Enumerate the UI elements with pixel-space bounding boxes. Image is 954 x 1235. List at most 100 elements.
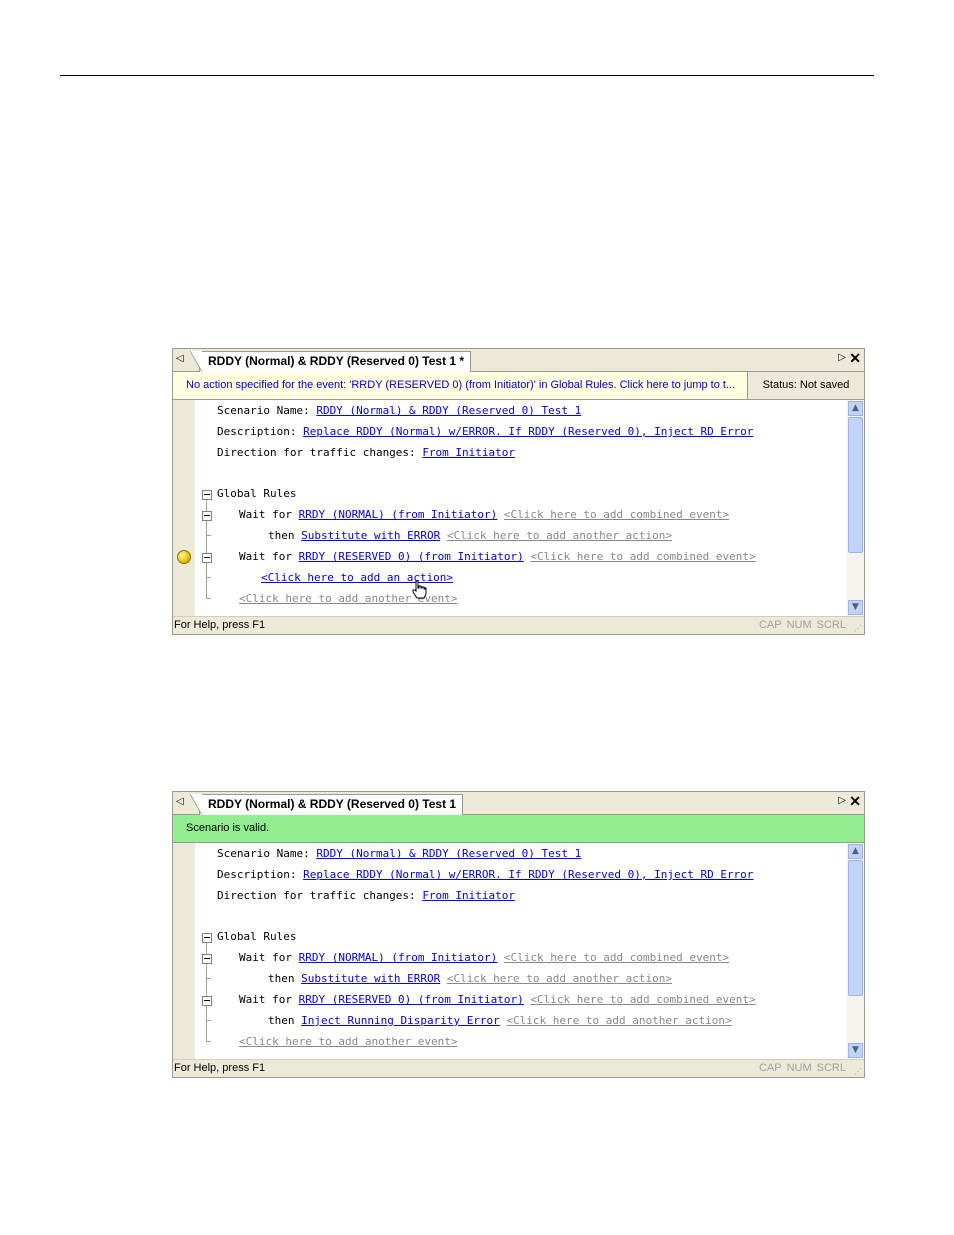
scroll-up-icon[interactable]: ▲ — [848, 844, 863, 859]
cap-indicator: CAP — [758, 1062, 782, 1074]
event-1-link[interactable]: RRDY (NORMAL) (from Initiator) — [299, 951, 498, 964]
wait-for-label: Wait for — [239, 951, 299, 964]
scroll-down-icon[interactable]: ▼ — [848, 600, 863, 615]
add-another-action-1-link[interactable]: <Click here to add another action> — [447, 529, 672, 542]
scrl-indicator: SCRL — [816, 1062, 846, 1074]
direction-link[interactable]: From Initiator — [422, 889, 515, 902]
wait-for-label: Wait for — [239, 508, 299, 521]
tree-connector — [206, 1020, 211, 1021]
direction-row: Direction for traffic changes: From Init… — [217, 446, 515, 459]
scrl-indicator: SCRL — [816, 619, 846, 631]
add-combined-event-1-link[interactable]: <Click here to add combined event> — [504, 951, 729, 964]
key-indicators: CAP NUM SCRL — [754, 619, 846, 631]
scroll-down-icon[interactable]: ▼ — [848, 1043, 863, 1058]
event-row-1: Wait for RRDY (NORMAL) (from Initiator) … — [239, 951, 729, 964]
description-link[interactable]: Replace RDDY (Normal) w/ERROR. If RDDY (… — [303, 868, 753, 881]
tree-connector — [206, 577, 211, 578]
cap-indicator: CAP — [758, 619, 782, 631]
num-indicator: NUM — [786, 619, 812, 631]
action-row-1: then Substitute with ERROR <Click here t… — [268, 529, 672, 542]
scroll-thumb[interactable] — [848, 860, 863, 996]
scenario-name-row: Scenario Name: RDDY (Normal) & RDDY (Res… — [217, 404, 581, 417]
validation-message: Scenario is valid. — [186, 822, 270, 834]
tab-scroll-left-icon[interactable]: ◁ — [176, 353, 184, 364]
direction-label: Direction for traffic changes: — [217, 446, 423, 459]
action-row-1: then Substitute with ERROR <Click here t… — [268, 972, 672, 985]
tree-connector — [206, 1041, 211, 1042]
direction-link[interactable]: From Initiator — [422, 446, 515, 459]
then-label: then — [268, 529, 302, 542]
resize-grip-icon[interactable]: ⋰ — [854, 624, 862, 633]
collapse-event-2-icon[interactable] — [202, 553, 212, 563]
tab-scenario[interactable]: RDDY (Normal) & RDDY (Reserved 0) Test 1 — [189, 794, 464, 815]
scenario-name-row: Scenario Name: RDDY (Normal) & RDDY (Res… — [217, 847, 581, 860]
scenario-name-label: Scenario Name: — [217, 404, 317, 417]
direction-label: Direction for traffic changes: — [217, 889, 423, 902]
add-event-row: <Click here to add another event> — [239, 1035, 458, 1048]
tab-scroll-left-icon[interactable]: ◁ — [176, 796, 184, 807]
scenario-name-link[interactable]: RDDY (Normal) & RDDY (Reserved 0) Test 1 — [316, 404, 581, 417]
scroll-up-icon[interactable]: ▲ — [848, 401, 863, 416]
collapse-event-1-icon[interactable] — [202, 511, 212, 521]
scenario-editor: Scenario Name: RDDY (Normal) & RDDY (Res… — [173, 843, 864, 1059]
scenario-editor-window-valid: ◁ RDDY (Normal) & RDDY (Reserved 0) Test… — [172, 791, 865, 1078]
action-2-link[interactable]: Inject Running Disparity Error — [301, 1014, 500, 1027]
event-row-2: Wait for RRDY (RESERVED 0) (from Initiat… — [239, 993, 756, 1006]
event-2-link[interactable]: RRDY (RESERVED 0) (from Initiator) — [299, 550, 524, 563]
collapse-global-rules-icon[interactable] — [202, 933, 212, 943]
event-row-2: Wait for RRDY (RESERVED 0) (from Initiat… — [239, 550, 756, 563]
description-label: Description: — [217, 425, 304, 438]
action-1-link[interactable]: Substitute with ERROR — [301, 529, 440, 542]
hand-cursor-icon — [412, 580, 427, 599]
tree-connector — [206, 598, 211, 599]
app-status-bar: For Help, press F1 CAP NUM SCRL ⋰ — [173, 1059, 864, 1077]
app-status-bar: For Help, press F1 CAP NUM SCRL ⋰ — [173, 616, 864, 634]
scroll-thumb[interactable] — [848, 417, 863, 553]
add-combined-event-2-link[interactable]: <Click here to add combined event> — [530, 550, 755, 563]
direction-row: Direction for traffic changes: From Init… — [217, 889, 515, 902]
event-1-link[interactable]: RRDY (NORMAL) (from Initiator) — [299, 508, 498, 521]
tab-scenario[interactable]: RDDY (Normal) & RDDY (Reserved 0) Test 1… — [189, 351, 472, 372]
num-indicator: NUM — [786, 1062, 812, 1074]
tab-scroll-right-icon[interactable]: ▷ — [838, 352, 846, 363]
resize-grip-icon[interactable]: ⋰ — [854, 1067, 862, 1076]
collapse-global-rules-icon[interactable] — [202, 490, 212, 500]
add-combined-event-1-link[interactable]: <Click here to add combined event> — [504, 508, 729, 521]
global-rules-heading: Global Rules — [217, 930, 297, 943]
validation-message-link[interactable]: No action specified for the event: 'RRDY… — [186, 379, 748, 391]
help-hint: For Help, press F1 — [174, 1062, 266, 1074]
save-status: Status: Not saved — [747, 372, 864, 399]
action-1-link[interactable]: Substitute with ERROR — [301, 972, 440, 985]
validation-message-bar: Scenario is valid. — [173, 815, 864, 843]
add-another-action-1-link[interactable]: <Click here to add another action> — [447, 972, 672, 985]
vertical-scrollbar[interactable]: ▲ ▼ — [847, 843, 864, 1059]
tab-scroll-right-icon[interactable]: ▷ — [838, 795, 846, 806]
close-icon[interactable]: ✕ — [849, 793, 861, 810]
tab-bar: ◁ RDDY (Normal) & RDDY (Reserved 0) Test… — [173, 792, 864, 815]
key-indicators: CAP NUM SCRL — [754, 1062, 846, 1074]
collapse-event-2-icon[interactable] — [202, 996, 212, 1006]
description-row: Description: Replace RDDY (Normal) w/ERR… — [217, 868, 753, 881]
tab-bar: ◁ RDDY (Normal) & RDDY (Reserved 0) Test… — [173, 349, 864, 372]
description-row: Description: Replace RDDY (Normal) w/ERR… — [217, 425, 753, 438]
add-another-action-2-link[interactable]: <Click here to add another action> — [506, 1014, 731, 1027]
vertical-scrollbar[interactable]: ▲ ▼ — [847, 400, 864, 616]
validation-message-bar: No action specified for the event: 'RRDY… — [173, 372, 864, 400]
tree-connector — [206, 978, 211, 979]
scenario-editor: Scenario Name: RDDY (Normal) & RDDY (Res… — [173, 400, 864, 616]
wait-for-label: Wait for — [239, 993, 299, 1006]
description-link[interactable]: Replace RDDY (Normal) w/ERROR. If RDDY (… — [303, 425, 753, 438]
event-2-link[interactable]: RRDY (RESERVED 0) (from Initiator) — [299, 993, 524, 1006]
collapse-event-1-icon[interactable] — [202, 954, 212, 964]
close-icon[interactable]: ✕ — [849, 350, 861, 367]
scenario-name-link[interactable]: RDDY (Normal) & RDDY (Reserved 0) Test 1 — [316, 847, 581, 860]
then-label: then — [268, 972, 302, 985]
then-label: then — [268, 1014, 302, 1027]
help-hint: For Help, press F1 — [174, 619, 266, 631]
tree-connector — [206, 535, 211, 536]
description-label: Description: — [217, 868, 304, 881]
add-combined-event-2-link[interactable]: <Click here to add combined event> — [530, 993, 755, 1006]
page-header-rule — [60, 75, 874, 76]
add-another-event-link[interactable]: <Click here to add another event> — [239, 1035, 458, 1048]
scenario-editor-window-unsaved: ◁ RDDY (Normal) & RDDY (Reserved 0) Test… — [172, 348, 865, 635]
